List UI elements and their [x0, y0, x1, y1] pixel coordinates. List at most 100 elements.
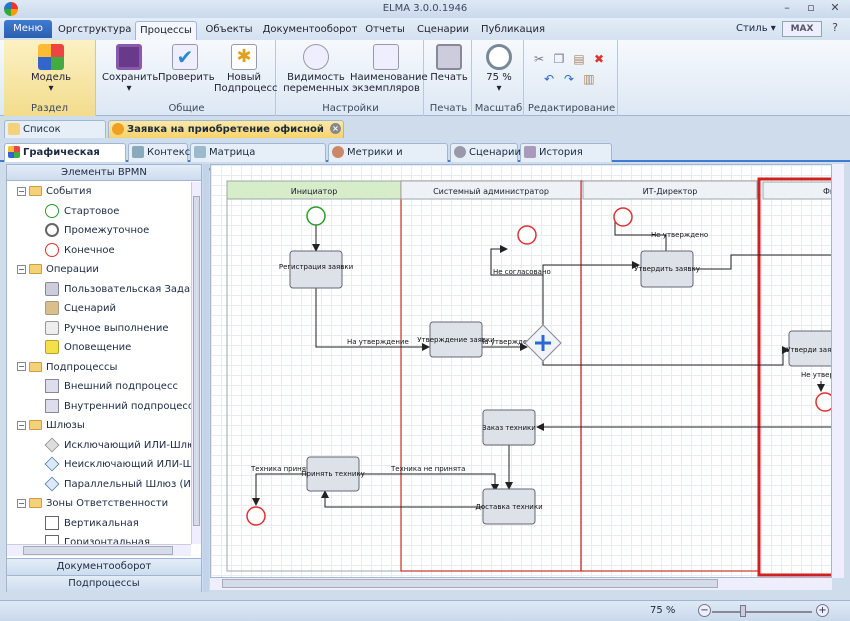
collapse-icon[interactable]: −: [17, 362, 26, 371]
zoom-button[interactable]: 75 % ▾: [478, 44, 520, 94]
tree-item[interactable]: Ручное выполнение: [7, 319, 191, 338]
help-icon[interactable]: ?: [826, 21, 844, 36]
tab-scenarios[interactable]: Сценарии: [414, 21, 472, 40]
tree-item[interactable]: Сценарий: [7, 299, 191, 318]
tree-item[interactable]: Вертикальная: [7, 514, 191, 533]
tree-folder[interactable]: − Шлюзы: [7, 416, 191, 435]
new-subprocess-button[interactable]: ✱ Новый Подпроцесс: [214, 44, 278, 94]
paste-special-icon[interactable]: ▥: [582, 72, 596, 86]
flow-gateway-fin[interactable]: [542, 346, 790, 366]
lane-it-director[interactable]: ИТ-Директор: [580, 180, 760, 572]
tree-item[interactable]: Параллельный Шлюз (И-Шлюз): [7, 475, 191, 494]
tab-scenarios[interactable]: Сценарии: [450, 143, 521, 162]
tree-hscroll-thumb[interactable]: [23, 546, 173, 555]
end-event-not-agreed[interactable]: [517, 225, 537, 245]
doc-tab-process-list[interactable]: Список процессов: [4, 120, 106, 152]
task-approve[interactable]: Утверждение заявки: [417, 321, 495, 358]
process-icon: [112, 123, 124, 135]
tree-item[interactable]: Пользовательская Задача: [7, 280, 191, 299]
task-order[interactable]: Заказ техники: [482, 409, 536, 446]
tab-publication[interactable]: Публикация: [478, 21, 548, 40]
tree-item[interactable]: Оповещение: [7, 338, 191, 357]
end-event-not-approved[interactable]: [613, 207, 633, 227]
tree-folder[interactable]: − Зоны Ответственности: [7, 494, 191, 513]
tree-item[interactable]: Исключающий ИЛИ-Шлюз: [7, 436, 191, 455]
panel-splitter[interactable]: [203, 164, 209, 592]
tab-version-history[interactable]: История версий: [520, 143, 612, 175]
task-register[interactable]: Регистрация заявки: [279, 250, 353, 289]
tab-graphical-model[interactable]: Графическая модель: [4, 143, 126, 175]
check-button[interactable]: ✔ Проверить: [158, 44, 215, 83]
canvas-horizontal-scrollbar[interactable]: [210, 578, 832, 590]
tree-item[interactable]: Неисключающий ИЛИ-Шлюз: [7, 455, 191, 474]
close-window-icon[interactable]: ✕: [826, 1, 844, 16]
tree-folder[interactable]: − Операции: [7, 260, 191, 279]
style-dropdown[interactable]: Стиль ▾: [736, 23, 776, 34]
tree-item[interactable]: Стартовое: [7, 202, 191, 221]
tab-processes[interactable]: Процессы: [135, 21, 197, 40]
tree-item[interactable]: Промежуточное: [7, 221, 191, 240]
save-button[interactable]: Сохранить ▾: [102, 44, 158, 94]
zoom-in-icon[interactable]: +: [816, 604, 829, 617]
flow-it-to-fin[interactable]: [694, 254, 832, 270]
flow-accepted-end[interactable]: [252, 473, 307, 506]
tree-folder[interactable]: − Подпроцессы: [7, 358, 191, 377]
start-event[interactable]: [306, 206, 326, 226]
delete-icon[interactable]: ✖: [592, 52, 606, 66]
vars-label-2: переменных: [283, 83, 349, 94]
print-button[interactable]: Печать: [428, 44, 470, 83]
redo-icon[interactable]: ↷: [562, 72, 576, 86]
tab-documents[interactable]: Документооборот: [262, 21, 358, 40]
tab-responsibility-matrix[interactable]: Матрица ответственности: [190, 143, 326, 175]
cut-icon[interactable]: ✂: [532, 52, 546, 66]
paste-icon[interactable]: ▤: [572, 52, 586, 66]
minimize-icon[interactable]: –: [778, 1, 796, 16]
restore-icon[interactable]: ▫: [802, 1, 820, 16]
task-it-approve[interactable]: Утвердить заявку: [634, 250, 700, 288]
copy-icon[interactable]: ❐: [552, 52, 566, 66]
collapse-icon[interactable]: −: [17, 498, 26, 508]
flow-delivery-accept[interactable]: [321, 490, 483, 508]
zoom-slider[interactable]: [712, 611, 812, 613]
close-tab-icon[interactable]: ×: [330, 123, 341, 134]
tab-metrics[interactable]: Метрики и показатели: [328, 143, 448, 175]
task-delivery[interactable]: Доставка техники: [475, 488, 543, 525]
instance-naming-button[interactable]: Наименование экземпляров: [350, 44, 428, 94]
zoom-out-icon[interactable]: −: [698, 604, 711, 617]
panel-subprocesses[interactable]: Подпроцессы: [7, 575, 201, 592]
canvas-hscroll-thumb[interactable]: [222, 579, 718, 588]
undo-icon[interactable]: ↶: [542, 72, 556, 86]
parallel-gateway[interactable]: [524, 324, 562, 362]
tab-orgstructure[interactable]: Оргструктура: [58, 21, 131, 40]
tree-horizontal-scrollbar[interactable]: [7, 544, 191, 556]
doc-tab-process[interactable]: Заявка на приобретение офисной техники *…: [108, 120, 344, 152]
tree-label: Конечное: [64, 244, 115, 256]
tree-scroll-thumb[interactable]: [193, 196, 200, 526]
tree-folder[interactable]: − События: [7, 182, 191, 201]
task-fin-approve[interactable]: Утверди заявку: [786, 330, 832, 367]
end-event-accepted[interactable]: [246, 506, 266, 526]
collapse-icon[interactable]: −: [17, 264, 26, 274]
canvas-vertical-scrollbar[interactable]: [832, 164, 844, 578]
end-event-fin[interactable]: [815, 392, 832, 412]
collapse-icon[interactable]: −: [17, 186, 26, 196]
model-button[interactable]: Модель ▾: [26, 44, 76, 94]
tab-objects[interactable]: Объекты: [202, 21, 256, 40]
tab-reports[interactable]: Отчеты: [362, 21, 408, 40]
collapse-icon[interactable]: −: [17, 420, 26, 430]
tree-item[interactable]: Внутренний подпроцесс: [7, 397, 191, 416]
tree-item[interactable]: Внешний подпроцесс: [7, 377, 191, 396]
diagram-canvas[interactable]: Инициатор Системный администратор ИТ-Дир…: [210, 164, 832, 578]
tab-context[interactable]: Контекст: [128, 143, 196, 162]
flow-not-agreed[interactable]: [490, 245, 544, 331]
panel-documents[interactable]: Документооборот: [7, 558, 201, 575]
zoom-slider-thumb[interactable]: [740, 605, 746, 617]
tree-vertical-scrollbar[interactable]: [191, 182, 201, 544]
menu-button[interactable]: Меню: [4, 20, 52, 38]
tree-item[interactable]: Конечное: [7, 241, 191, 260]
check-icon: ✔: [172, 44, 198, 70]
flow-to-it-approve[interactable]: [542, 261, 640, 331]
variables-visibility-button[interactable]: Видимость переменных: [282, 44, 350, 94]
task-accept[interactable]: Принять технику: [301, 456, 365, 492]
max-button[interactable]: MAX: [782, 21, 822, 37]
